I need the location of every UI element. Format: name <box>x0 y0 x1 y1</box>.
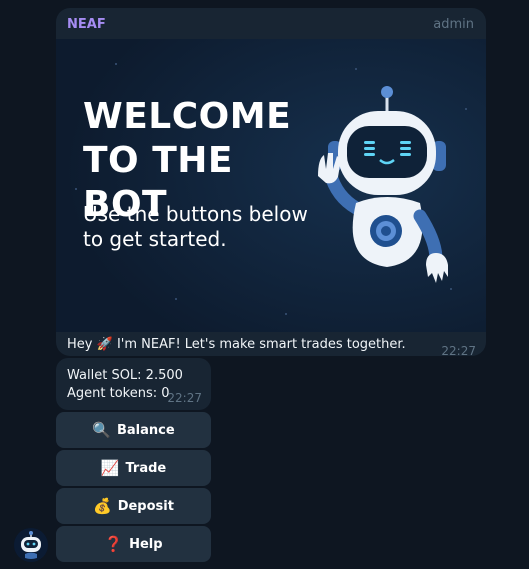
question-mark-icon: ❓ <box>104 535 124 553</box>
trade-button-label: Trade <box>125 460 167 476</box>
wallet-timestamp: 22:27 <box>167 391 202 405</box>
chart-up-icon: 📈 <box>100 459 120 477</box>
caption-prefix: Hey <box>67 337 93 352</box>
help-button-label: Help <box>129 536 163 552</box>
balance-button[interactable]: 🔍 Balance <box>56 412 211 448</box>
wallet-message: Wallet SOL: 2.500 Agent tokens: 0 22:27 <box>56 358 211 410</box>
caption-text: I'm NEAF! Let's make smart trades togeth… <box>116 337 406 352</box>
bot-avatar[interactable] <box>14 528 48 562</box>
robot-mascot-icon <box>318 86 448 283</box>
money-bag-icon: 💰 <box>93 497 112 515</box>
wallet-sol-line: Wallet SOL: 2.500 <box>67 368 183 383</box>
message-header: NEAF admin <box>56 8 486 39</box>
message-caption-row: Hey 🚀 I'm NEAF! Let's make smart trades … <box>56 332 486 356</box>
deposit-button[interactable]: 💰 Deposit <box>56 488 211 524</box>
bot-avatar-icon <box>14 528 48 562</box>
rocket-emoji-icon: 🚀 <box>96 337 113 352</box>
help-button[interactable]: ❓ Help <box>56 526 211 562</box>
banner-subtitle: Use the buttons below to get started. <box>83 202 308 251</box>
magnifier-icon: 🔍 <box>92 421 111 439</box>
deposit-button-label: Deposit <box>117 498 174 514</box>
balance-button-label: Balance <box>117 422 175 438</box>
chat-area: NEAF admin WELCOME TO THE BOT Use the bu… <box>0 0 529 569</box>
message-caption: Hey 🚀 I'm NEAF! Let's make smart trades … <box>67 337 406 352</box>
welcome-banner-image[interactable]: WELCOME TO THE BOT Use the buttons below… <box>56 39 486 332</box>
trade-button[interactable]: 📈 Trade <box>56 450 211 486</box>
banner-title-line1: WELCOME <box>83 96 292 137</box>
sender-name[interactable]: NEAF <box>67 17 106 32</box>
welcome-message: NEAF admin WELCOME TO THE BOT Use the bu… <box>56 8 486 356</box>
message-timestamp: 22:27 <box>441 344 476 356</box>
sender-role-badge: admin <box>433 17 474 32</box>
agent-tokens-line: Agent tokens: 0 <box>67 386 170 401</box>
